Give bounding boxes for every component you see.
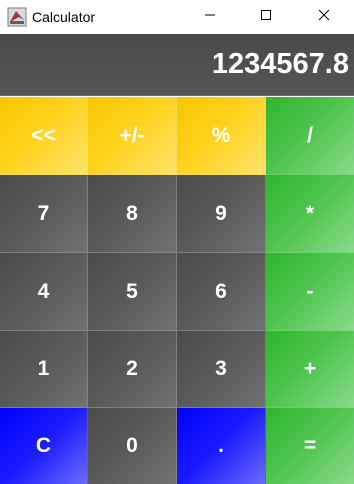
- minimize-icon: [204, 8, 216, 26]
- divide-button[interactable]: /: [266, 97, 354, 175]
- digit-7-button[interactable]: 7: [0, 175, 88, 253]
- digit-6-button[interactable]: 6: [177, 253, 266, 331]
- digit-8-button[interactable]: 8: [88, 175, 177, 253]
- digit-9-button[interactable]: 9: [177, 175, 266, 253]
- calculator-window: Calculator 1234567.8 << +/- % / 7 8 9 *: [0, 0, 354, 484]
- title-bar[interactable]: Calculator: [0, 0, 354, 34]
- clear-button[interactable]: C: [0, 408, 88, 484]
- add-button[interactable]: +: [266, 331, 354, 408]
- subtract-button[interactable]: -: [266, 253, 354, 331]
- multiply-button[interactable]: *: [266, 175, 354, 253]
- result-display: 1234567.8: [0, 34, 354, 96]
- decimal-button[interactable]: .: [177, 408, 266, 484]
- percent-button[interactable]: %: [177, 97, 266, 175]
- digit-5-button[interactable]: 5: [88, 253, 177, 331]
- close-icon: [318, 8, 330, 26]
- display-value: 1234567.8: [211, 48, 349, 80]
- maximize-button[interactable]: [243, 0, 289, 34]
- digit-4-button[interactable]: 4: [0, 253, 88, 331]
- window-title: Calculator: [32, 9, 96, 25]
- keypad: << +/- % / 7 8 9 * 4 5 6 - 1 2 3 + C 0 .…: [0, 97, 354, 484]
- close-button[interactable]: [301, 0, 347, 34]
- maximize-icon: [260, 8, 272, 26]
- minimize-button[interactable]: [187, 0, 233, 34]
- equals-button[interactable]: =: [266, 408, 354, 484]
- backspace-button[interactable]: <<: [0, 97, 88, 175]
- digit-2-button[interactable]: 2: [88, 331, 177, 408]
- digit-0-button[interactable]: 0: [88, 408, 177, 484]
- sign-toggle-button[interactable]: +/-: [88, 97, 177, 175]
- calculator-app-icon[interactable]: [7, 7, 27, 27]
- digit-3-button[interactable]: 3: [177, 331, 266, 408]
- digit-1-button[interactable]: 1: [0, 331, 88, 408]
